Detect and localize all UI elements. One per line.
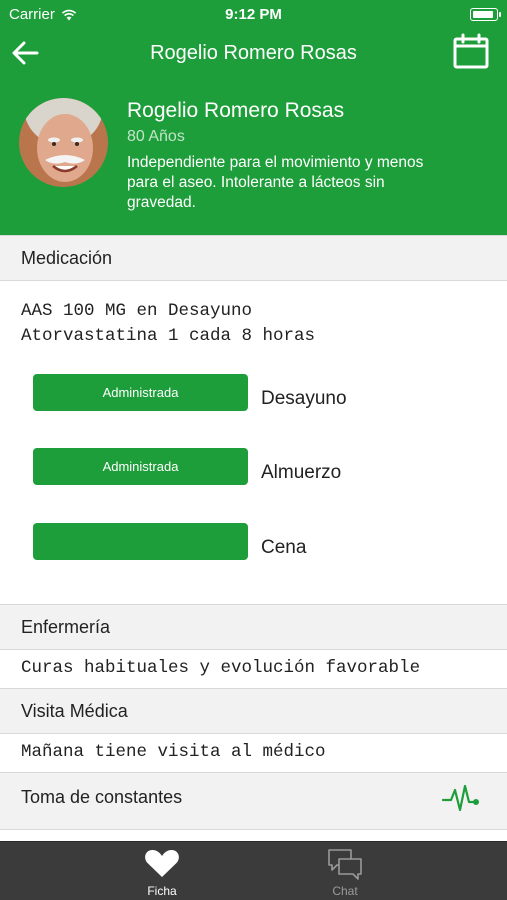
medical-visit-note: Mañana tiene visita al médico — [21, 742, 326, 762]
nursing-note: Curas habituales y evolución favorable — [21, 658, 421, 678]
medication-line: Atorvastatina 1 cada 8 horas — [21, 326, 316, 346]
description-line: gravedad. — [127, 194, 196, 211]
profile-age: 80 Años — [127, 128, 185, 145]
description-line: para el aseo. Intolerante a lácteos sin — [127, 174, 385, 191]
section-medical-visit: Visita Médica — [0, 688, 507, 734]
meal-label-almuerzo: Almuerzo — [261, 462, 342, 483]
nav-title: Rogelio Romero Rosas — [150, 42, 357, 64]
section-vitals[interactable]: Toma de constantes — [0, 772, 507, 830]
meal-label-desayuno: Desayuno — [261, 388, 347, 409]
tab-ficha[interactable]: Ficha — [102, 842, 222, 900]
chat-icon — [328, 849, 362, 880]
calendar-icon[interactable] — [453, 33, 489, 69]
tab-label: Chat — [332, 884, 358, 898]
dose-button-almuerzo[interactable]: Administrada — [33, 448, 248, 485]
battery-icon — [470, 8, 501, 21]
dose-button-desayuno[interactable]: Administrada — [33, 374, 248, 411]
description-line: Independiente para el movimiento y menos — [127, 154, 424, 171]
profile-header: Carrier 9:12 PM Rogelio Romero Rosas Rog… — [0, 0, 507, 235]
pulse-icon[interactable] — [442, 782, 480, 814]
avatar — [19, 98, 108, 187]
section-medication: Medicación — [0, 235, 507, 281]
meal-label-cena: Cena — [261, 537, 307, 558]
tab-bar: Ficha Chat — [0, 841, 507, 900]
heart-icon — [145, 850, 179, 877]
dose-button-cena[interactable] — [33, 523, 248, 560]
navigation-bar: Rogelio Romero Rosas — [0, 30, 507, 76]
profile-name: Rogelio Romero Rosas — [127, 99, 345, 122]
profile-description: Independiente para el movimiento y menos… — [127, 153, 487, 213]
section-nursing: Enfermería — [0, 604, 507, 650]
battery-level — [472, 10, 494, 18]
tab-label: Ficha — [147, 884, 177, 898]
medication-line: AAS 100 MG en Desayuno — [21, 301, 253, 321]
status-bar: Carrier 9:12 PM — [0, 0, 507, 28]
tab-chat[interactable]: Chat — [285, 842, 405, 900]
status-time: 9:12 PM — [225, 6, 282, 23]
